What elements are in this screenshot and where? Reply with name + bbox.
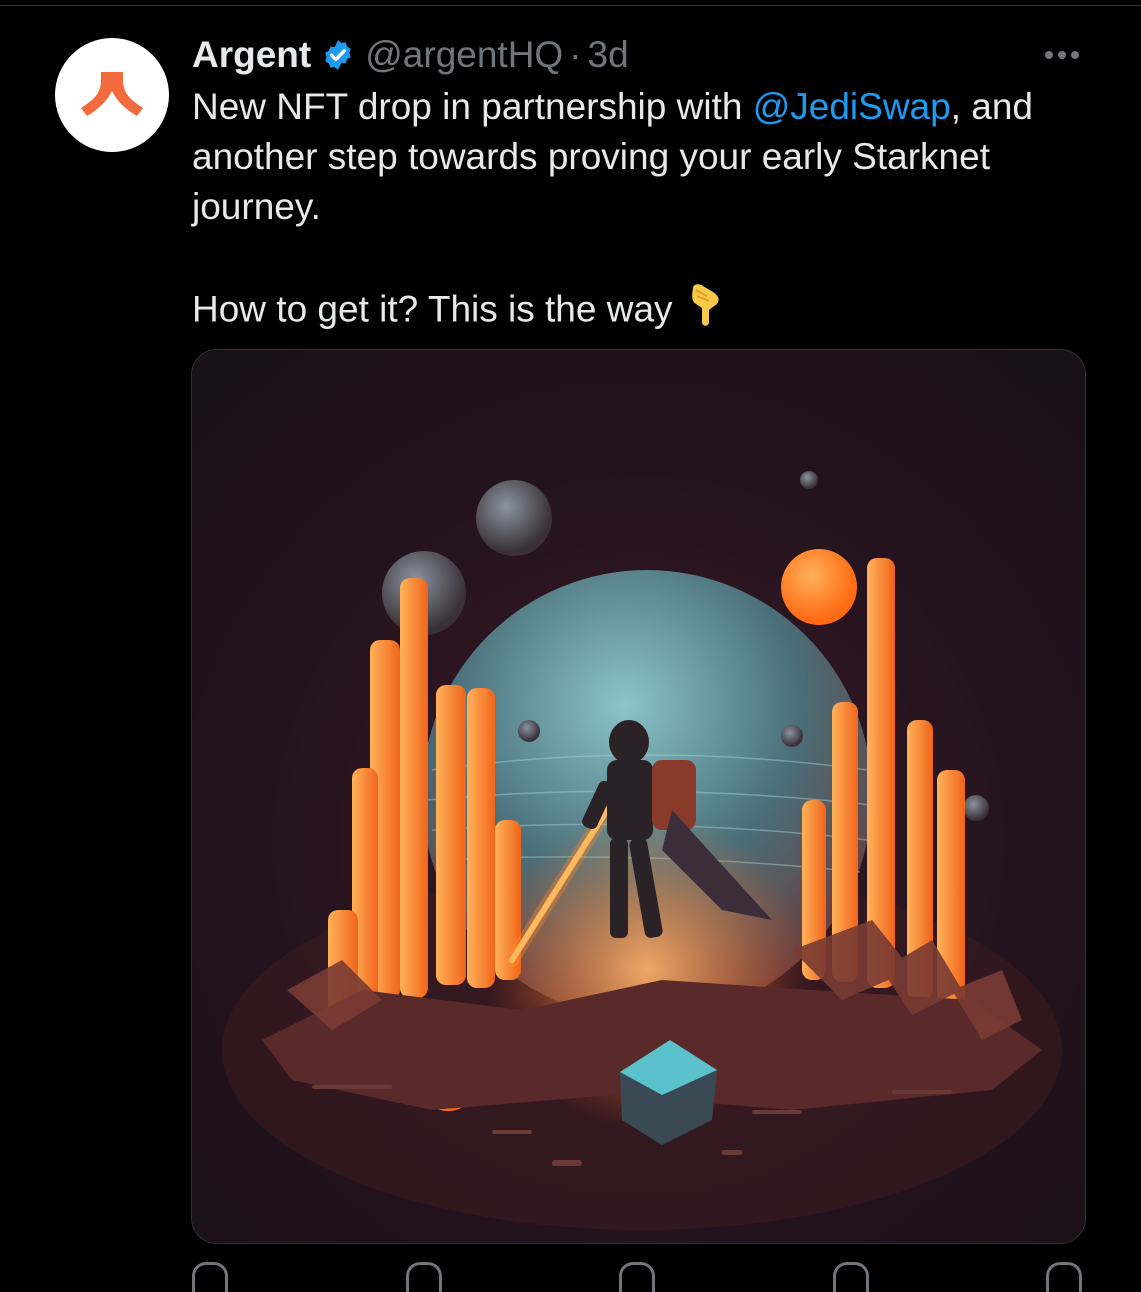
tweet-body: Argent @argentHQ · 3d New NFT drop in pa… bbox=[192, 30, 1092, 341]
text-segment: , and bbox=[950, 86, 1034, 127]
pointing-down-hand-icon bbox=[687, 282, 725, 341]
views-button[interactable] bbox=[832, 1262, 869, 1292]
retweet-button[interactable] bbox=[405, 1262, 442, 1292]
retweet-icon bbox=[405, 1262, 442, 1292]
more-dot bbox=[1058, 51, 1066, 59]
tweet-text-line-2: another step towards proving your early … bbox=[192, 136, 990, 177]
tweet-header: Argent @argentHQ · 3d bbox=[192, 30, 1092, 80]
nft-artwork bbox=[192, 350, 1085, 1243]
author-handle[interactable]: @argentHQ bbox=[365, 34, 563, 76]
author-name[interactable]: Argent bbox=[192, 34, 311, 76]
tweet-text-line-3: journey. bbox=[192, 186, 321, 227]
verified-badge-icon bbox=[321, 38, 355, 72]
avatar[interactable] bbox=[55, 38, 169, 152]
tweet-text-line-1: New NFT drop in partnership with @JediSw… bbox=[192, 82, 1092, 132]
tweet-actions bbox=[192, 1262, 1082, 1292]
like-icon bbox=[619, 1262, 655, 1292]
separator-dot: · bbox=[569, 34, 582, 75]
share-button[interactable] bbox=[1046, 1262, 1082, 1292]
more-dot bbox=[1045, 51, 1053, 59]
top-divider bbox=[0, 5, 1141, 6]
reply-icon bbox=[192, 1262, 228, 1292]
timestamp[interactable]: 3d bbox=[588, 34, 629, 76]
views-icon bbox=[832, 1262, 869, 1292]
text-segment: How to get it? This is the way bbox=[192, 288, 673, 330]
argent-logo-icon bbox=[81, 72, 143, 116]
share-icon bbox=[1046, 1262, 1082, 1292]
reply-button[interactable] bbox=[192, 1262, 228, 1292]
mention-link[interactable]: @JediSwap bbox=[753, 86, 951, 127]
tweet-text-line-5: How to get it? This is the way bbox=[192, 282, 1092, 341]
tweet-media-image[interactable] bbox=[191, 349, 1086, 1244]
more-dot bbox=[1071, 51, 1079, 59]
more-options-icon[interactable] bbox=[1040, 40, 1084, 70]
like-button[interactable] bbox=[619, 1262, 655, 1292]
text-segment: New NFT drop in partnership with bbox=[192, 86, 753, 127]
tweet-text: New NFT drop in partnership with @JediSw… bbox=[192, 82, 1092, 341]
